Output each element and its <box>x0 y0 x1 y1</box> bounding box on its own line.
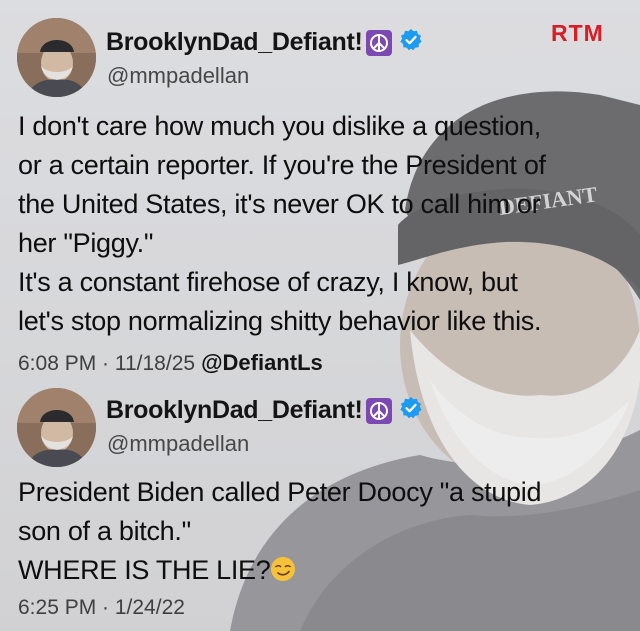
handle[interactable]: @mmpadellan <box>107 63 249 89</box>
tweet-text: President Biden called Peter Doocy "a st… <box>18 473 542 590</box>
peace-symbol-icon <box>365 29 392 56</box>
peace-symbol-icon <box>365 397 392 424</box>
tweet-line: her "Piggy." <box>18 228 154 258</box>
verified-badge-icon <box>399 28 423 57</box>
rtm-watermark: RTM <box>551 20 604 46</box>
tweet-line: or a certain reporter. If you're the Pre… <box>18 150 546 180</box>
timestamp[interactable]: 6:25 PM · 1/24/22 <box>18 596 185 619</box>
tweet-line: I don't care how much you dislike a ques… <box>18 111 541 141</box>
avatar[interactable] <box>17 18 96 97</box>
display-name[interactable]: BrooklynDad_Defiant! <box>106 396 363 425</box>
tweet-line: WHERE IS THE LIE? <box>18 555 271 585</box>
display-name[interactable]: BrooklynDad_Defiant! <box>106 28 363 57</box>
tweet-line: the United States, it's never OK to call… <box>18 189 541 219</box>
handle[interactable]: @mmpadellan <box>107 431 249 457</box>
avatar[interactable] <box>17 388 96 467</box>
smirking-face-emoji-icon <box>270 554 296 581</box>
credit-handle: @DefiantLs <box>201 350 323 375</box>
verified-badge-icon <box>399 396 423 425</box>
tweet-line: son of a bitch." <box>18 516 191 546</box>
timestamp[interactable]: 6:08 PM · 11/18/25 <box>18 352 195 375</box>
tweet-line: President Biden called Peter Doocy "a st… <box>18 477 542 507</box>
tweet-meta: 6:08 PM · 11/18/25 @DefiantLs <box>18 350 323 376</box>
tweet-meta: 6:25 PM · 1/24/22 <box>18 596 185 620</box>
tweet-line: let's stop normalizing shitty behavior l… <box>18 306 542 336</box>
tweet-line: It's a constant firehose of crazy, I kno… <box>18 267 518 297</box>
tweet-text: I don't care how much you dislike a ques… <box>18 107 546 341</box>
tweet-line-with-emoji: WHERE IS THE LIE? <box>18 551 541 590</box>
